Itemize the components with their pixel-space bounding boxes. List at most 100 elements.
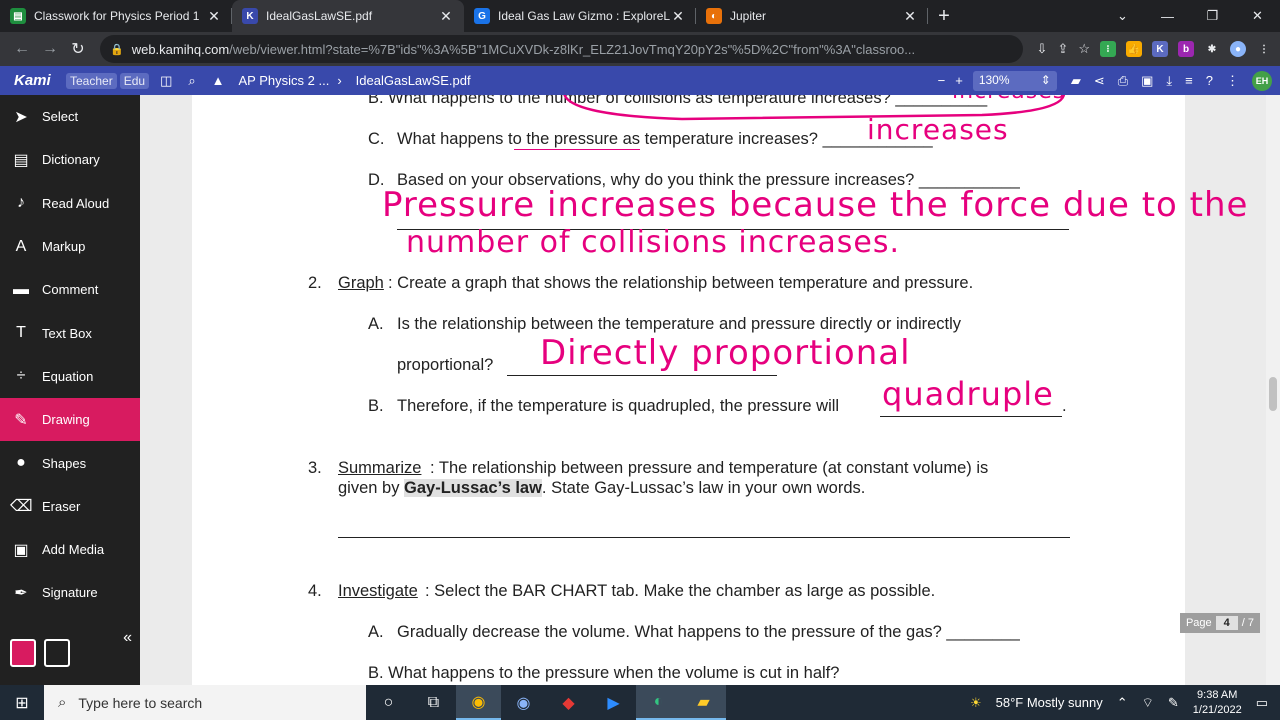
- tray-chevron-icon[interactable]: ⌃: [1117, 695, 1128, 711]
- notifications-icon[interactable]: ▭: [1256, 695, 1268, 711]
- current-page-input[interactable]: 4: [1215, 616, 1238, 630]
- search-icon[interactable]: ⌕: [188, 73, 195, 89]
- taskbar-search[interactable]: ⌕ Type here to search: [44, 685, 366, 720]
- clock[interactable]: 9:38 AM 1/21/2022: [1193, 688, 1242, 718]
- extensions-puzzle-icon[interactable]: ✱: [1204, 41, 1220, 57]
- address-bar[interactable]: 🔒 web.kamihq.com /web/viewer.html?state=…: [100, 35, 1023, 63]
- user-avatar[interactable]: EH: [1252, 70, 1272, 91]
- scrollbar-thumb[interactable]: [1269, 377, 1277, 411]
- zoom-app-icon[interactable]: ▶: [591, 685, 636, 720]
- question-3-line2: given by Gay-Lussac’s law. State Gay-Lus…: [338, 479, 865, 498]
- tool-drawing[interactable]: ✎ Drawing: [0, 398, 140, 442]
- profile-avatar[interactable]: ●: [1230, 41, 1246, 57]
- tool-eraser[interactable]: ⌫ Eraser: [0, 485, 140, 528]
- double-page-toggle[interactable]: [44, 639, 70, 667]
- tab-title: Jupiter: [730, 9, 767, 23]
- save-icon[interactable]: ▣: [1141, 73, 1153, 89]
- browser-tab[interactable]: K IdealGasLawSE.pdf ✕: [232, 0, 464, 32]
- tab-search-icon[interactable]: ⌄: [1100, 0, 1145, 32]
- extension-b-icon[interactable]: b: [1178, 41, 1194, 57]
- maximize-button[interactable]: ❐: [1190, 0, 1235, 32]
- bookmark-star-icon[interactable]: ☆: [1078, 41, 1090, 57]
- collapse-sidebar-icon[interactable]: «: [123, 629, 132, 647]
- sidebar-toggle-icon[interactable]: ◫: [160, 73, 172, 89]
- tool-signature[interactable]: ✒ Signature: [0, 571, 140, 614]
- file-explorer-icon[interactable]: ▰: [681, 685, 726, 720]
- close-tab-icon[interactable]: ✕: [902, 8, 918, 25]
- tool-read-aloud[interactable]: ♪ Read Aloud: [0, 182, 140, 225]
- brush-icon: ✎: [14, 411, 28, 429]
- answer-line: [338, 537, 1070, 538]
- share-icon[interactable]: ⋖: [1094, 73, 1105, 89]
- extension-thumb-icon[interactable]: 👍: [1126, 41, 1142, 57]
- kami-actions: ▰ ⋖ ⎙ ▣ ⤓ ≡ ? ⋮ EH: [1071, 70, 1272, 91]
- hamburger-menu-icon[interactable]: ≡: [1185, 73, 1193, 88]
- browser-tab[interactable]: ◐ Jupiter ✕: [696, 0, 928, 32]
- open-folder-icon[interactable]: ▰: [1071, 73, 1081, 89]
- zoom-out-button[interactable]: −: [938, 73, 946, 88]
- browser-tab[interactable]: G Ideal Gas Law Gizmo : ExploreLe ✕: [464, 0, 696, 32]
- search-placeholder: Type here to search: [78, 694, 203, 711]
- close-tab-icon[interactable]: ✕: [206, 8, 222, 25]
- chrome-icon[interactable]: ◉: [456, 685, 501, 720]
- question-4a-label: A.: [368, 623, 384, 641]
- tab-title: IdealGasLawSE.pdf: [266, 9, 373, 23]
- q3-text: . State Gay-Lussac’s law in your own wor…: [541, 479, 866, 497]
- tool-select[interactable]: ➤ Select: [0, 95, 140, 138]
- tool-label: Shapes: [42, 455, 87, 471]
- back-button[interactable]: ←: [8, 35, 36, 63]
- reload-button[interactable]: ↻: [64, 35, 92, 63]
- breadcrumb-folder[interactable]: AP Physics 2 ...: [239, 73, 330, 88]
- tool-equation[interactable]: ÷ Equation: [0, 355, 140, 398]
- browser-tab[interactable]: ▤ Classwork for Physics Period 1 ✕: [0, 0, 232, 32]
- app-icon[interactable]: ◆: [546, 685, 591, 720]
- q3-text: given by: [338, 479, 405, 497]
- pen-icon[interactable]: ✎: [1168, 695, 1179, 711]
- document-viewer[interactable]: B. What happens to the number of collisi…: [140, 95, 1280, 685]
- share-icon[interactable]: ⇪: [1057, 41, 1068, 57]
- weather-text[interactable]: 58°F Mostly sunny: [996, 695, 1103, 710]
- zoom-in-button[interactable]: +: [955, 73, 963, 88]
- tool-add-media[interactable]: ▣ Add Media: [0, 528, 140, 571]
- download-icon[interactable]: ⤓: [1166, 73, 1172, 89]
- weather-icon[interactable]: ☀: [970, 695, 982, 711]
- task-view-icon[interactable]: ⧉: [411, 685, 456, 720]
- signature-icon: ✒: [14, 584, 28, 602]
- windows-start-icon[interactable]: ⊞: [0, 693, 44, 713]
- handwriting-1d-line1: Pressure increases because the force due…: [382, 185, 1249, 225]
- tool-label: Text Box: [42, 325, 92, 341]
- zoom-select[interactable]: 130% ⇕: [972, 70, 1057, 91]
- question-2-term: Graph: [338, 274, 384, 292]
- new-tab-button[interactable]: +: [928, 0, 960, 32]
- url-host: web.kamihq.com: [131, 41, 230, 57]
- file-name[interactable]: IdealGasLawSE.pdf: [356, 73, 471, 88]
- chrome-alt-icon[interactable]: ◉: [501, 685, 546, 720]
- help-icon[interactable]: ?: [1206, 73, 1213, 88]
- question-2-number: 2.: [308, 274, 322, 292]
- close-tab-icon[interactable]: ✕: [438, 8, 454, 25]
- tool-shapes[interactable]: ● Shapes: [0, 441, 140, 484]
- tool-dictionary[interactable]: ▤ Dictionary: [0, 138, 140, 181]
- tool-comment[interactable]: ▬ Comment: [0, 268, 140, 311]
- windows-taskbar: ⊞ ⌕ Type here to search ○ ⧉ ◉ ◉ ◆ ▶ ◐ ▰ …: [0, 685, 1280, 720]
- single-page-toggle[interactable]: [10, 639, 36, 667]
- menu-kebab-icon[interactable]: ⋮: [1256, 41, 1272, 57]
- tool-markup[interactable]: A Markup: [0, 225, 140, 268]
- window-controls: ⌄ — ❐ ✕: [1100, 0, 1280, 32]
- extension-dots-icon[interactable]: ⁝: [1100, 41, 1116, 57]
- forward-button[interactable]: →: [36, 35, 64, 63]
- print-icon[interactable]: ⎙: [1118, 73, 1128, 89]
- close-tab-icon[interactable]: ✕: [670, 8, 686, 25]
- minimize-button[interactable]: —: [1145, 0, 1190, 32]
- install-icon[interactable]: ⇩: [1037, 41, 1048, 57]
- wifi-icon[interactable]: ⌔: [1142, 695, 1154, 711]
- cortana-icon[interactable]: ○: [366, 685, 411, 720]
- page-indicator: Page 4 / 7: [1179, 613, 1260, 633]
- zoom-controls: − + 130% ⇕: [938, 70, 1057, 91]
- grid-apps-icon[interactable]: ⋮: [1226, 73, 1239, 89]
- extension-kami-icon[interactable]: K: [1152, 41, 1168, 57]
- vertical-scrollbar[interactable]: [1266, 95, 1280, 685]
- tool-text-box[interactable]: T Text Box: [0, 311, 140, 354]
- edge-icon[interactable]: ◐: [636, 685, 681, 720]
- close-window-button[interactable]: ✕: [1235, 0, 1280, 32]
